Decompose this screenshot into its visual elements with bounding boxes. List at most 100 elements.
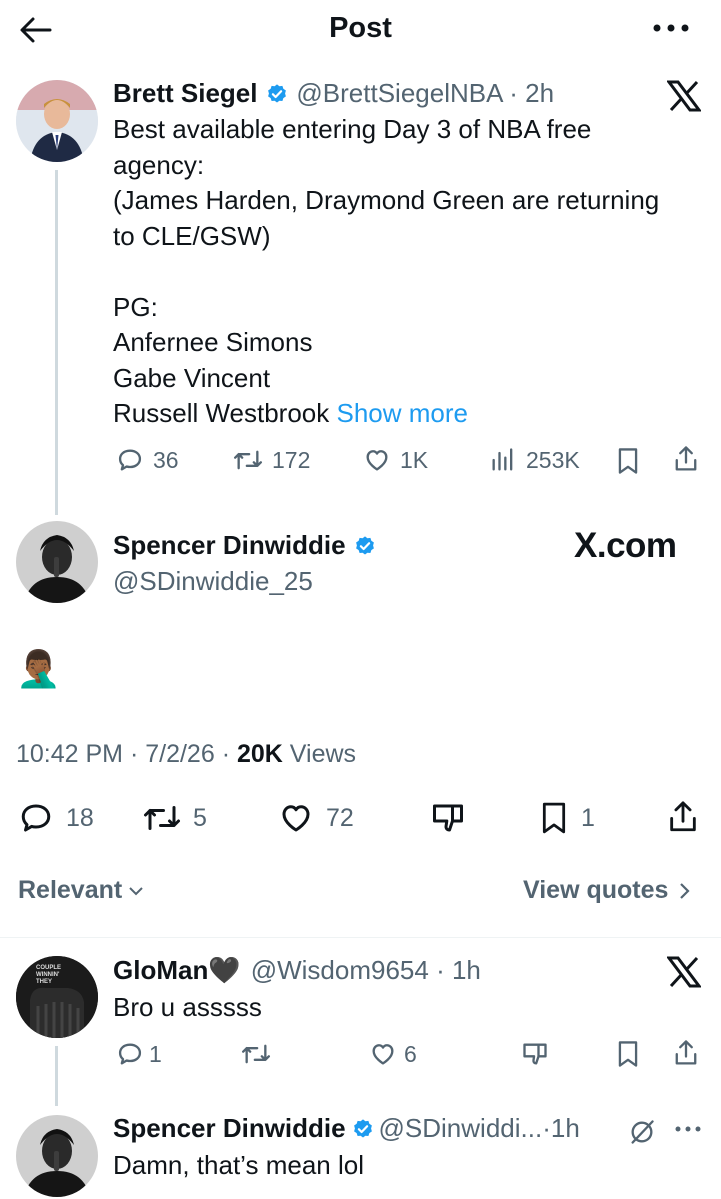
avatar[interactable]: COUPLE WINNIN' THEY	[16, 956, 98, 1038]
author-name[interactable]: Spencer Dinwiddie	[113, 1113, 346, 1143]
views-button[interactable]: 253K	[488, 446, 580, 474]
author-name[interactable]: GloMan🖤	[113, 955, 241, 985]
view-quotes-link[interactable]: View quotes	[523, 876, 690, 905]
bookmark-icon	[542, 802, 566, 834]
verified-badge-icon	[352, 1118, 374, 1140]
author-handle[interactable]: @Wisdom9654	[251, 955, 429, 985]
avatar[interactable]	[16, 80, 98, 162]
post-line	[113, 254, 703, 290]
bookmark-icon[interactable]	[614, 1039, 642, 1069]
post-line: (James Harden, Draymond Green are return…	[113, 185, 660, 215]
author-name[interactable]: Spencer Dinwiddie	[113, 530, 346, 560]
view-quotes-label: View quotes	[523, 876, 669, 904]
heart-icon	[366, 450, 388, 471]
verified-badge-icon	[266, 83, 288, 105]
views-count: 20K	[236, 740, 283, 768]
post-line: PG:	[113, 291, 158, 322]
watermark-text: X.com	[574, 526, 677, 565]
like-count: 1K	[400, 446, 429, 473]
reply-count: 1	[149, 1040, 162, 1067]
post-time[interactable]: 1h	[452, 955, 481, 985]
page-title: Post	[329, 12, 392, 44]
repost-icon[interactable]	[240, 1040, 272, 1068]
relevant-dropdown[interactable]: Relevant	[18, 876, 144, 905]
reply-button[interactable]: 1	[115, 1040, 162, 1068]
show-more-link[interactable]: Show more	[337, 398, 469, 428]
avatar-text: COUPLE WINNIN' THEY	[36, 965, 62, 985]
verified-badge-icon	[354, 535, 376, 557]
reply-button[interactable]: 18	[16, 800, 94, 836]
grok-icon[interactable]	[628, 1118, 656, 1146]
post-text: Best available entering Day 3 of NBA fre…	[113, 112, 703, 432]
reply-header: Spencer Dinwiddie @SDinwiddi...·1h	[113, 1113, 580, 1144]
post-timestamp: 10:42 PM · 7/2/26 · 20K Views	[16, 740, 357, 768]
reply-count: 18	[66, 803, 94, 832]
reply-icon	[21, 804, 51, 832]
like-count: 72	[326, 803, 354, 832]
author-handle[interactable]: @SDinwiddi...	[379, 1113, 543, 1143]
like-button[interactable]: 6	[368, 1040, 417, 1068]
author-handle[interactable]: @BrettSiegelNBA	[296, 78, 502, 108]
repost-icon	[144, 806, 180, 830]
post-line: to CLE/GSW)	[113, 220, 271, 251]
reply-header: GloMan🖤 @Wisdom9654 · 1h	[113, 955, 481, 986]
repost-count: 172	[272, 446, 311, 473]
chevron-down-icon	[129, 886, 143, 895]
divider	[0, 937, 721, 938]
post-date[interactable]: 7/2/26	[145, 740, 215, 768]
author-name[interactable]: Brett Siegel	[113, 78, 258, 108]
chevron-right-icon	[680, 882, 690, 899]
reply-icon	[118, 1043, 142, 1065]
post-time[interactable]: 10:42 PM	[16, 740, 123, 768]
more-options-icon[interactable]	[674, 1124, 702, 1134]
post-time[interactable]: 1h	[551, 1113, 580, 1143]
x-logo-icon	[667, 80, 701, 112]
share-icon[interactable]	[672, 1038, 700, 1068]
thread-line	[55, 170, 58, 515]
post-time[interactable]: 2h	[525, 78, 554, 108]
share-icon[interactable]	[666, 798, 700, 836]
views-label: Views	[289, 740, 357, 768]
post-header: Brett Siegel @BrettSiegelNBA · 2h	[113, 78, 554, 109]
main-author: Spencer Dinwiddie	[113, 530, 376, 561]
post-line: agency:	[113, 149, 205, 180]
bookmark-count: 1	[581, 803, 595, 832]
post-line: Anfernee Simons	[113, 327, 313, 357]
separator-dot: ·	[542, 1113, 551, 1143]
view-count: 253K	[526, 446, 580, 473]
x-logo-icon	[667, 956, 701, 988]
separator-dot: ·	[502, 78, 526, 108]
post-line-last: Russell Westbrook Show more	[113, 396, 703, 432]
more-options-icon[interactable]	[651, 20, 691, 36]
heart-icon	[282, 805, 310, 832]
post-line: Best available entering Day 3 of NBA fre…	[113, 114, 592, 144]
post-line: Russell Westbrook	[113, 398, 330, 428]
thread-line	[55, 1046, 58, 1106]
dislike-icon[interactable]	[428, 800, 468, 836]
author-handle[interactable]: @SDinwiddie_25	[113, 566, 313, 597]
share-icon[interactable]	[672, 444, 700, 474]
like-button[interactable]: 72	[276, 800, 354, 836]
like-button[interactable]: 1K	[362, 446, 428, 474]
reply-count: 36	[153, 446, 179, 473]
dislike-icon[interactable]	[520, 1040, 550, 1068]
analytics-icon	[492, 448, 513, 471]
repost-icon	[234, 450, 263, 470]
bookmark-button[interactable]: 1	[537, 800, 595, 836]
repost-button[interactable]: 5	[141, 800, 207, 836]
reply-button[interactable]: 36	[115, 446, 179, 474]
repost-button[interactable]: 172	[232, 446, 310, 474]
avatar[interactable]	[16, 1115, 98, 1197]
reply-text: Damn, that’s mean lol	[113, 1150, 364, 1180]
reply-icon	[118, 449, 142, 471]
repost-count: 5	[193, 803, 207, 832]
like-count: 6	[404, 1040, 417, 1067]
separator-dot: ·	[428, 955, 452, 985]
post-line: Gabe Vincent	[113, 362, 271, 393]
post-emoji: 🤦🏾‍♂️	[16, 648, 61, 689]
avatar[interactable]	[16, 521, 98, 603]
relevant-label: Relevant	[18, 876, 123, 904]
heart-icon	[372, 1044, 394, 1065]
reply-text: Bro u asssss	[113, 992, 262, 1022]
bookmark-icon[interactable]	[614, 446, 642, 476]
